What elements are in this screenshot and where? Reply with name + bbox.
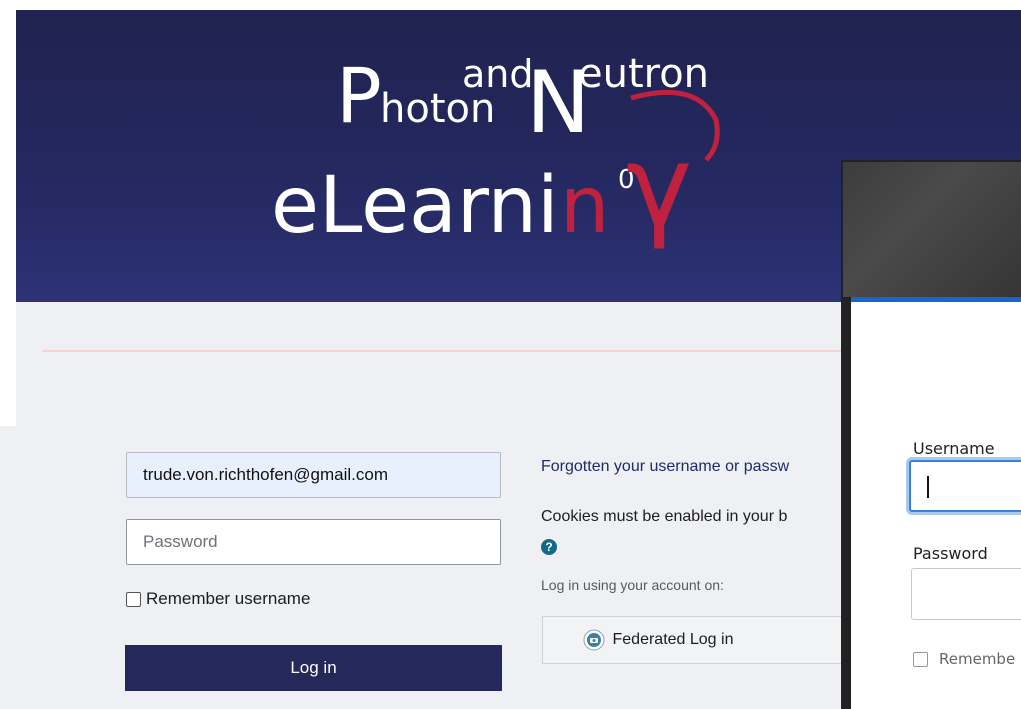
federated-login-icon — [583, 629, 604, 651]
overlay-password-input[interactable] — [911, 568, 1021, 620]
overlay-remember-row[interactable]: Remembe — [913, 650, 1015, 668]
remember-username-row[interactable]: Remember username — [126, 589, 310, 609]
login-button[interactable]: Log in — [125, 645, 502, 691]
overlay-remember-checkbox[interactable] — [913, 651, 928, 667]
federated-login-button[interactable]: Federated Log in — [542, 616, 862, 664]
logo-neutron: eutron — [578, 51, 709, 97]
federated-login-label: Federated Log in — [612, 631, 734, 648]
logo-gamma: γ — [626, 122, 692, 252]
remember-label: Remember username — [146, 589, 311, 608]
logo-elearning: eLearni — [271, 161, 559, 251]
divider-line — [42, 350, 846, 352]
username-input[interactable] — [126, 452, 501, 498]
remember-checkbox[interactable] — [126, 591, 141, 607]
logo-photon-p: P — [336, 51, 382, 140]
cookies-notice: Cookies must be enabled in your b — [541, 508, 788, 525]
overlay-username-input[interactable] — [909, 460, 1021, 512]
forgot-password-link[interactable]: Forgotten your username or passw — [541, 458, 789, 476]
logo-and: and — [462, 52, 534, 96]
text-cursor — [927, 476, 929, 498]
overlay-login-panel: Username Password Remembe — [851, 302, 1021, 709]
overlay-password-label: Password — [913, 544, 988, 563]
logo-n: n — [560, 161, 609, 251]
overlay-username-label: Username — [913, 439, 995, 458]
content-background — [16, 302, 846, 426]
login-using-text: Log in using your account on: — [541, 577, 724, 593]
password-input[interactable] — [126, 519, 501, 565]
help-icon[interactable]: ? — [541, 539, 557, 555]
overlay-window-header — [843, 162, 1021, 297]
overlay-remember-label: Remembe — [939, 650, 1016, 668]
